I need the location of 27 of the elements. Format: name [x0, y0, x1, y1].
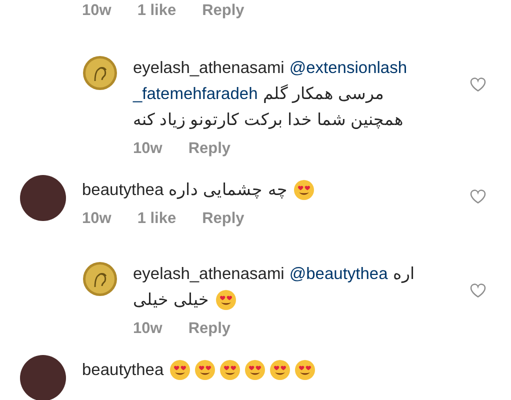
heart-eyes-emoji-icon — [292, 179, 315, 201]
mention-link[interactable]: @extensionlash — [289, 55, 408, 81]
comment-text: همچنین شما خدا برکت کارتونو زیاد کنه — [133, 110, 404, 131]
username[interactable]: eyelash_athenasami — [133, 55, 284, 81]
comment-text: خیلی خیلی — [133, 290, 210, 311]
heart-eyes-emoji-icon — [168, 359, 191, 381]
heart-eyes-emoji-icon — [214, 289, 237, 311]
comment-age: 10w — [82, 209, 112, 229]
heart-eyes-emoji-icon — [294, 359, 316, 381]
comment-text: چه چشمایی داره — [168, 180, 288, 201]
comment-age: 10w — [82, 1, 112, 21]
mention-link[interactable]: @beautythea — [289, 261, 388, 287]
comment-age: 10w — [133, 319, 162, 339]
username[interactable]: eyelash_athenasami — [133, 261, 284, 287]
heart-eyes-emoji-icon — [244, 359, 266, 381]
like-heart-icon[interactable] — [470, 189, 486, 204]
comment-text: اره — [392, 264, 415, 285]
heart-eyes-emoji-icon — [268, 359, 291, 381]
username[interactable]: beautythea — [82, 177, 164, 203]
comment-text: مرسی همکار گلم — [262, 83, 384, 105]
comment-age: 10w — [133, 139, 162, 159]
like-heart-icon[interactable] — [470, 77, 486, 92]
like-heart-icon[interactable] — [470, 283, 486, 298]
mention-link[interactable]: _fatemehfaradeh — [133, 81, 258, 107]
heart-eyes-emoji-icon — [194, 359, 216, 381]
username[interactable]: beautythea — [82, 357, 164, 383]
heart-eyes-emoji-icon — [218, 359, 241, 381]
